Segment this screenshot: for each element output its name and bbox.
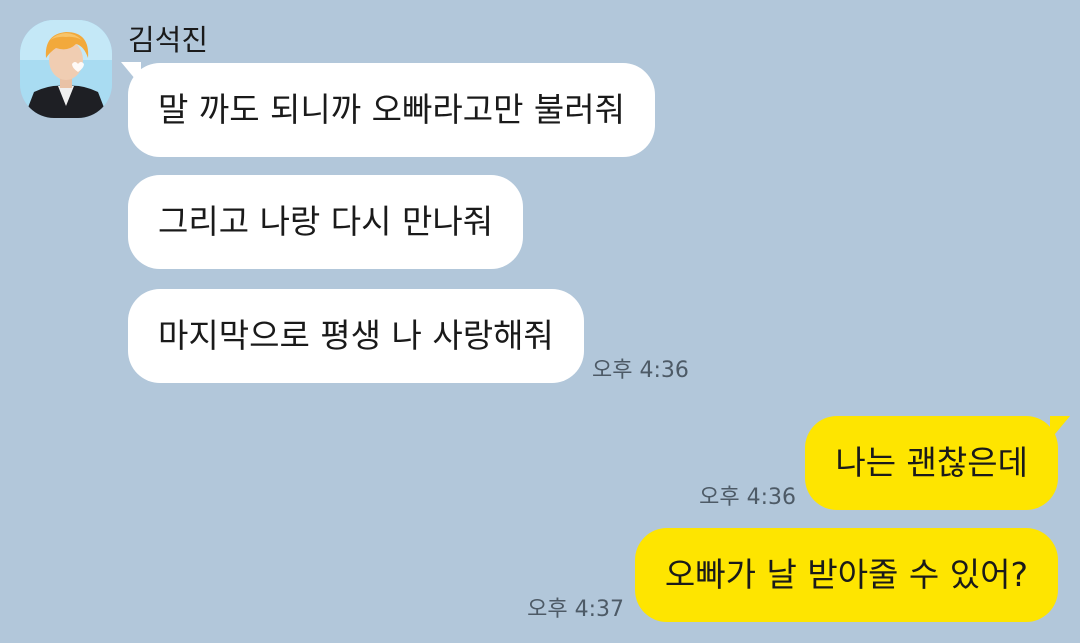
outgoing-message[interactable]: 오빠가 날 받아줄 수 있어? — [634, 528, 1058, 622]
incoming-message[interactable]: 그리고 나랑 다시 만나줘 — [128, 175, 524, 269]
incoming-message[interactable]: 마지막으로 평생 나 사랑해줘 — [128, 289, 584, 383]
profile-photo-icon — [20, 20, 112, 118]
message-timestamp: 오후 4:36 — [592, 358, 689, 383]
incoming-message[interactable]: 말 까도 되니까 오빠라고만 불러줘 — [128, 63, 655, 157]
outgoing-message[interactable]: 나는 괜찮은데 — [805, 416, 1058, 510]
sender-avatar[interactable] — [20, 20, 112, 118]
message-timestamp: 오후 4:37 — [527, 597, 624, 622]
message-timestamp: 오후 4:36 — [699, 485, 796, 510]
sender-name: 김석진 — [128, 23, 209, 57]
